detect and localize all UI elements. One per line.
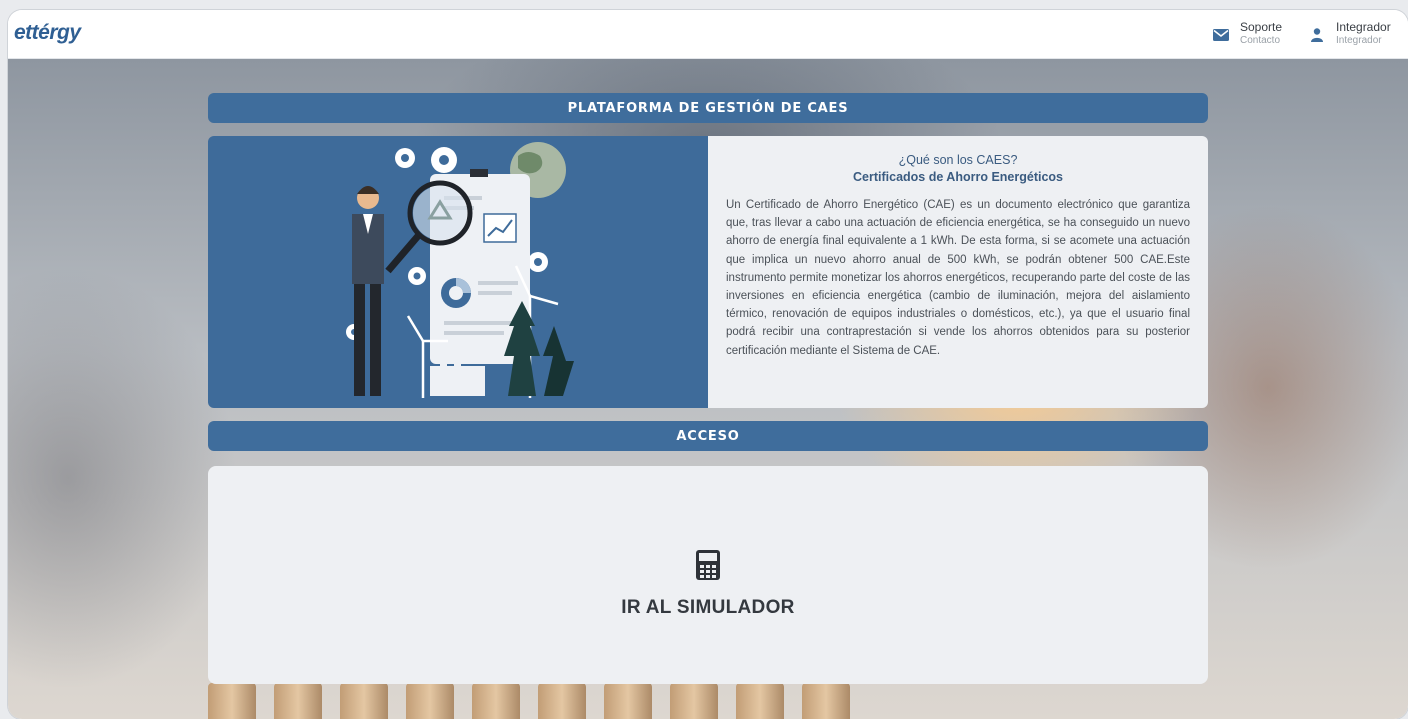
top-header: ettérgy Soporte Contacto Integrador Inte… <box>8 10 1408 59</box>
integrator-sublabel: Integrador <box>1336 35 1382 46</box>
user-icon <box>1306 24 1328 46</box>
support-button[interactable]: Soporte Contacto <box>1210 20 1282 47</box>
support-label: Soporte <box>1240 20 1283 34</box>
caes-info-card: ¿Qué son los CAES? Certificados de Ahorr… <box>208 136 1208 408</box>
coins-decoration <box>208 683 850 719</box>
caes-question: ¿Qué son los CAES? <box>898 153 1018 167</box>
caes-body-text: Un Certificado de Ahorro Energético (CAE… <box>726 199 1190 357</box>
caes-subtitle: Certificados de Ahorro Energéticos <box>853 170 1063 184</box>
access-title-bar: ACCESO <box>208 421 1208 451</box>
caes-description: ¿Qué son los CAES? Certificados de Ahorr… <box>708 136 1208 408</box>
envelope-icon <box>1210 24 1232 46</box>
support-sublabel: Contacto <box>1240 35 1281 46</box>
simulator-button[interactable]: IR AL SIMULADOR <box>208 466 1208 684</box>
brand-logo[interactable]: ettérgy <box>14 21 81 45</box>
integrator-label: Integrador <box>1336 20 1391 34</box>
platform-title-bar: PLATAFORMA DE GESTIÓN DE CAES <box>208 93 1208 123</box>
energy-certificate-illustration <box>208 136 708 408</box>
calculator-icon <box>696 549 720 585</box>
simulator-label: IR AL SIMULADOR <box>621 596 795 618</box>
integrator-menu[interactable]: Integrador Integrador <box>1306 20 1391 47</box>
app-frame: ettérgy Soporte Contacto Integrador Inte… <box>8 10 1408 719</box>
